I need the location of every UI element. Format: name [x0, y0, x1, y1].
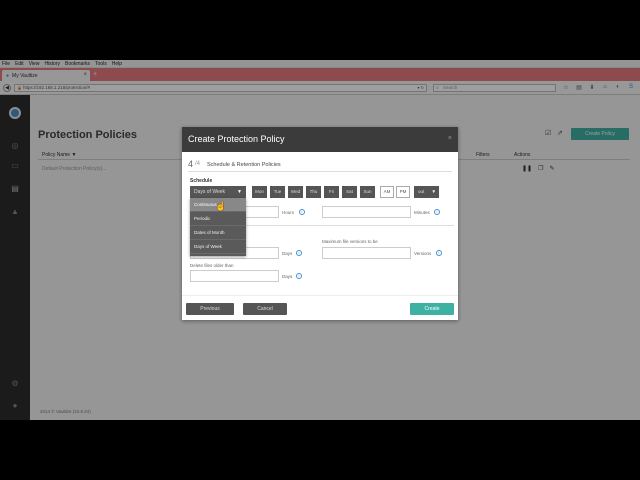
- hours-unit: Hours: [282, 210, 295, 215]
- close-icon[interactable]: ×: [448, 135, 452, 142]
- max-versions-input[interactable]: [322, 247, 411, 259]
- modal-header: Create Protection Policy ×: [182, 127, 458, 152]
- step-current: 4: [188, 159, 194, 169]
- minutes-unit: Minutes: [414, 210, 430, 215]
- day-thu-button[interactable]: Thu: [306, 186, 321, 198]
- step-label: Schedule & Retention Policies: [207, 162, 281, 168]
- screen: File Edit View History Bookmarks Tools H…: [0, 60, 640, 420]
- cancel-button[interactable]: Cancel: [243, 303, 287, 315]
- info-icon[interactable]: i: [296, 273, 302, 279]
- schedule-label: Schedule: [190, 178, 213, 184]
- max-versions-label: Maximum file versions to be: [322, 239, 378, 244]
- hand-cursor-icon: ☝: [215, 201, 227, 211]
- versions-unit: Versions: [414, 251, 432, 256]
- day-tue-button[interactable]: Tue: [270, 186, 285, 198]
- modal-title: Create Protection Policy: [188, 134, 285, 144]
- step-total: /4: [195, 161, 201, 167]
- previous-button[interactable]: Previous: [186, 303, 234, 315]
- create-policy-modal: Create Protection Policy × 4 /4 Schedule…: [182, 127, 458, 320]
- minutes-input[interactable]: [322, 206, 411, 218]
- day-sat-button[interactable]: Sat: [342, 186, 357, 198]
- info-icon[interactable]: i: [434, 209, 440, 215]
- info-icon[interactable]: i: [299, 209, 305, 215]
- day-mon-button[interactable]: Mon: [252, 186, 267, 198]
- hour-value: out: [418, 189, 425, 194]
- days-unit: Days: [282, 274, 293, 279]
- schedule-selected-value: Days of Week: [194, 189, 226, 195]
- chevron-down-icon: ▼: [431, 189, 436, 194]
- chevron-down-icon: ▼: [237, 189, 242, 195]
- schedule-option-dates-of-month[interactable]: Dates of Month: [190, 226, 246, 240]
- info-icon[interactable]: i: [436, 250, 442, 256]
- am-button[interactable]: AM: [380, 186, 394, 198]
- modal-footer-divider: [182, 295, 458, 296]
- delete-older-label: Delete files older than: [190, 263, 234, 268]
- schedule-select[interactable]: Days of Week ▼: [190, 186, 246, 198]
- schedule-option-days-of-week[interactable]: Days of Week: [190, 240, 246, 254]
- schedule-option-periodic[interactable]: Periodic: [190, 212, 246, 226]
- day-wed-button[interactable]: Wed: [288, 186, 303, 198]
- hour-select[interactable]: out ▼: [414, 186, 439, 198]
- info-icon[interactable]: i: [296, 250, 302, 256]
- pm-button[interactable]: PM: [396, 186, 410, 198]
- delete-older-days-input[interactable]: [190, 270, 279, 282]
- days-unit: Days: [282, 251, 293, 256]
- day-fri-button[interactable]: Fri: [324, 186, 339, 198]
- create-button[interactable]: Create: [410, 303, 454, 315]
- day-sun-button[interactable]: Sun: [360, 186, 375, 198]
- divider: [188, 171, 452, 172]
